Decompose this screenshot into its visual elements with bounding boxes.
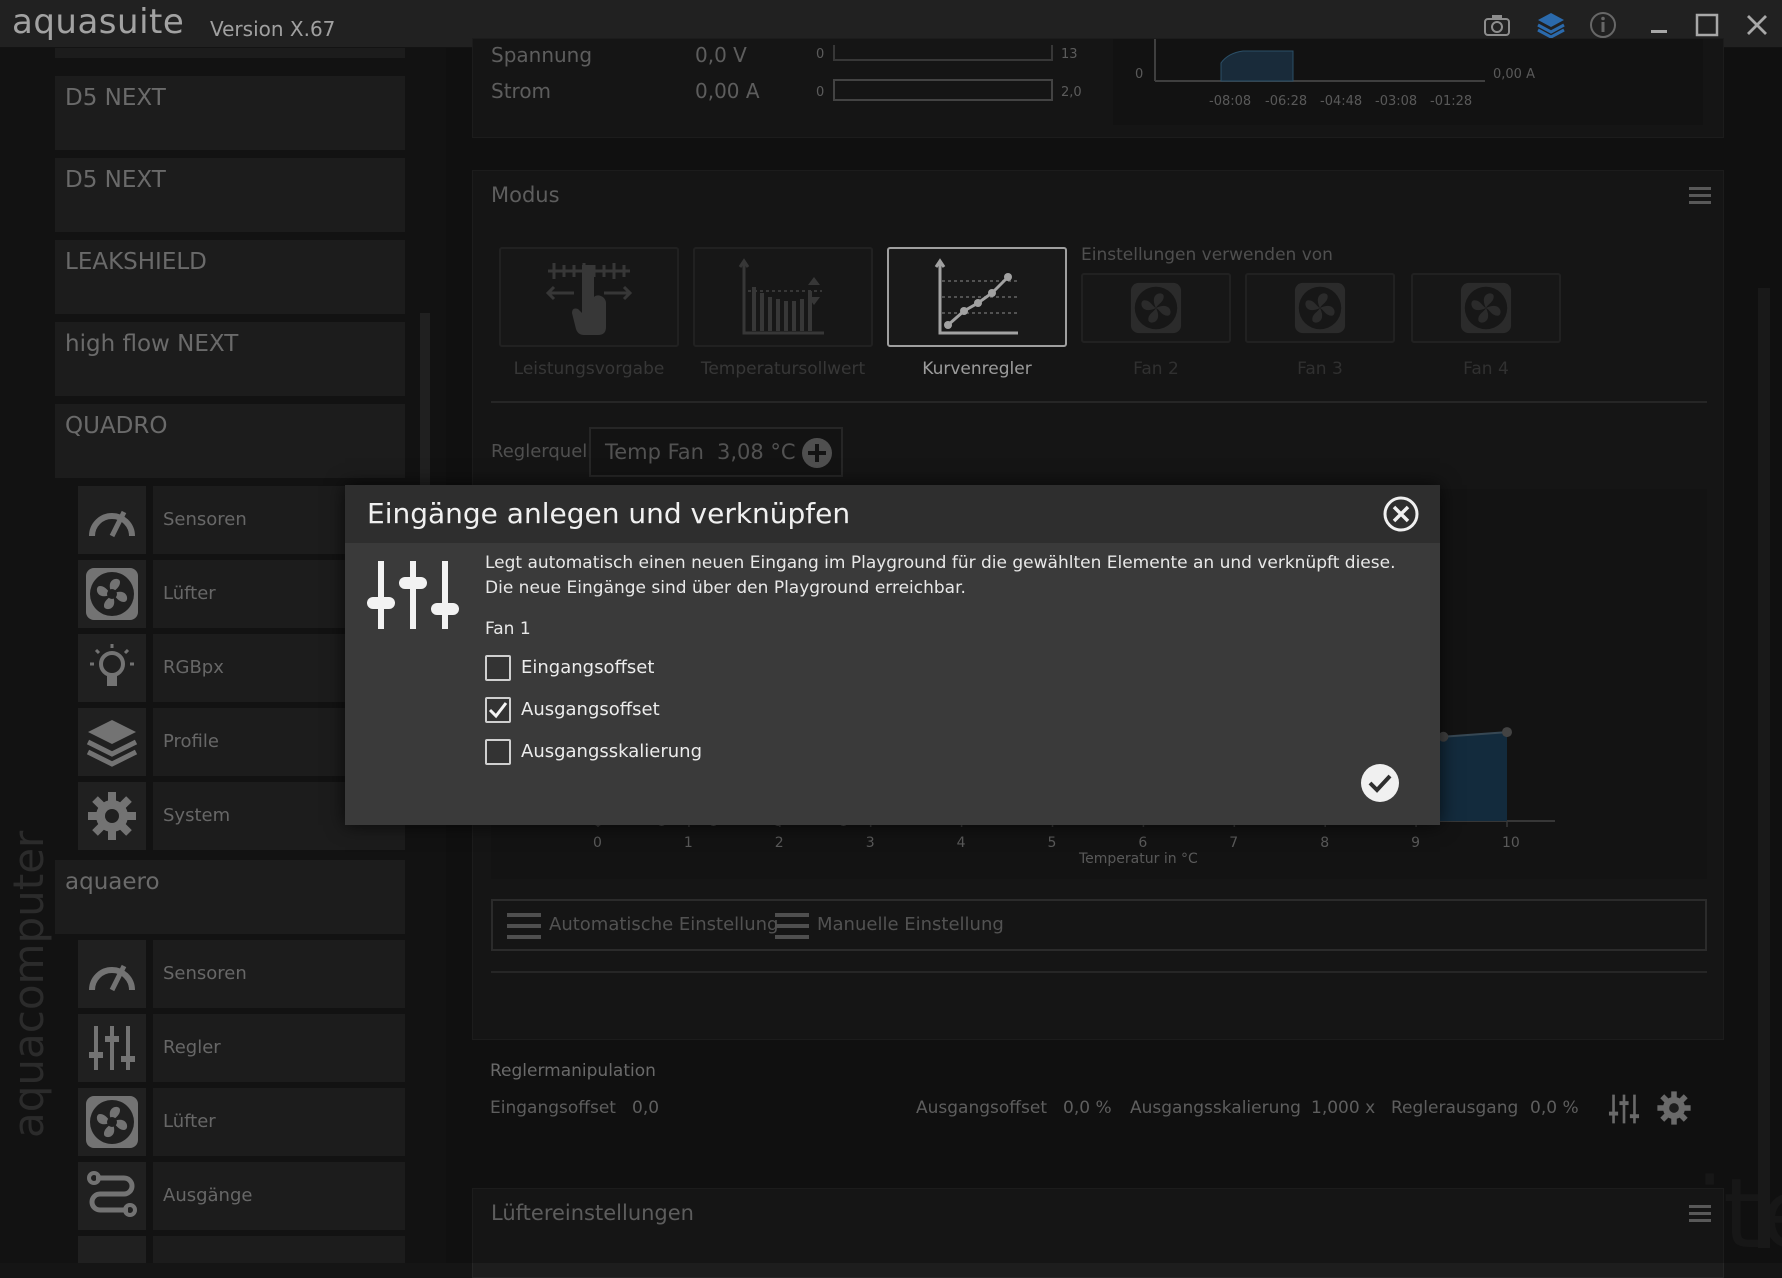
option-label: Ausgangsoffset: [521, 699, 660, 720]
gear-icon[interactable]: [1656, 1090, 1692, 1126]
eingangsoffset-value: 0,0: [632, 1098, 660, 1118]
reglerausgang-label: Reglerausgang: [1391, 1098, 1519, 1118]
ausgangsoffset-label: Ausgangsoffset: [916, 1098, 1047, 1118]
dialog-close-icon[interactable]: [1382, 495, 1420, 533]
dialog-title: Eingänge anlegen und verknüpfen: [367, 497, 851, 530]
dialog-group-label: Fan 1: [485, 619, 531, 639]
dialog-confirm-icon[interactable]: [1360, 763, 1400, 803]
option-label: Eingangsoffset: [521, 657, 655, 678]
create-inputs-dialog: Eingänge anlegen und verknüpfen Legt aut…: [345, 485, 1440, 825]
dialog-description-line1: Legt automatisch einen neuen Eingang im …: [485, 553, 1396, 573]
reglerausgang-value: 0,0 %: [1530, 1098, 1579, 1118]
checkbox-ausgangsskalierung[interactable]: [485, 739, 511, 765]
dialog-header: Eingänge anlegen und verknüpfen: [345, 485, 1440, 543]
checkmark-icon: [488, 702, 508, 719]
checkbox-eingangsoffset[interactable]: [485, 655, 511, 681]
ausgangsskalierung-value: 1,000 x: [1311, 1098, 1376, 1118]
ausgangsoffset-value: 0,0 %: [1063, 1098, 1112, 1118]
ausgangsskalierung-label: Ausgangsskalierung: [1130, 1098, 1301, 1118]
checkbox-ausgangsoffset[interactable]: [485, 697, 511, 723]
manipulation-title: Reglermanipulation: [490, 1061, 656, 1081]
sliders-icon: [367, 557, 459, 633]
dialog-description-line2: Die neue Eingänge sind über den Playgrou…: [485, 578, 966, 598]
sliders-icon[interactable]: [1606, 1092, 1642, 1126]
eingangsoffset-label: Eingangsoffset: [490, 1098, 616, 1118]
option-label: Ausgangsskalierung: [521, 741, 703, 762]
